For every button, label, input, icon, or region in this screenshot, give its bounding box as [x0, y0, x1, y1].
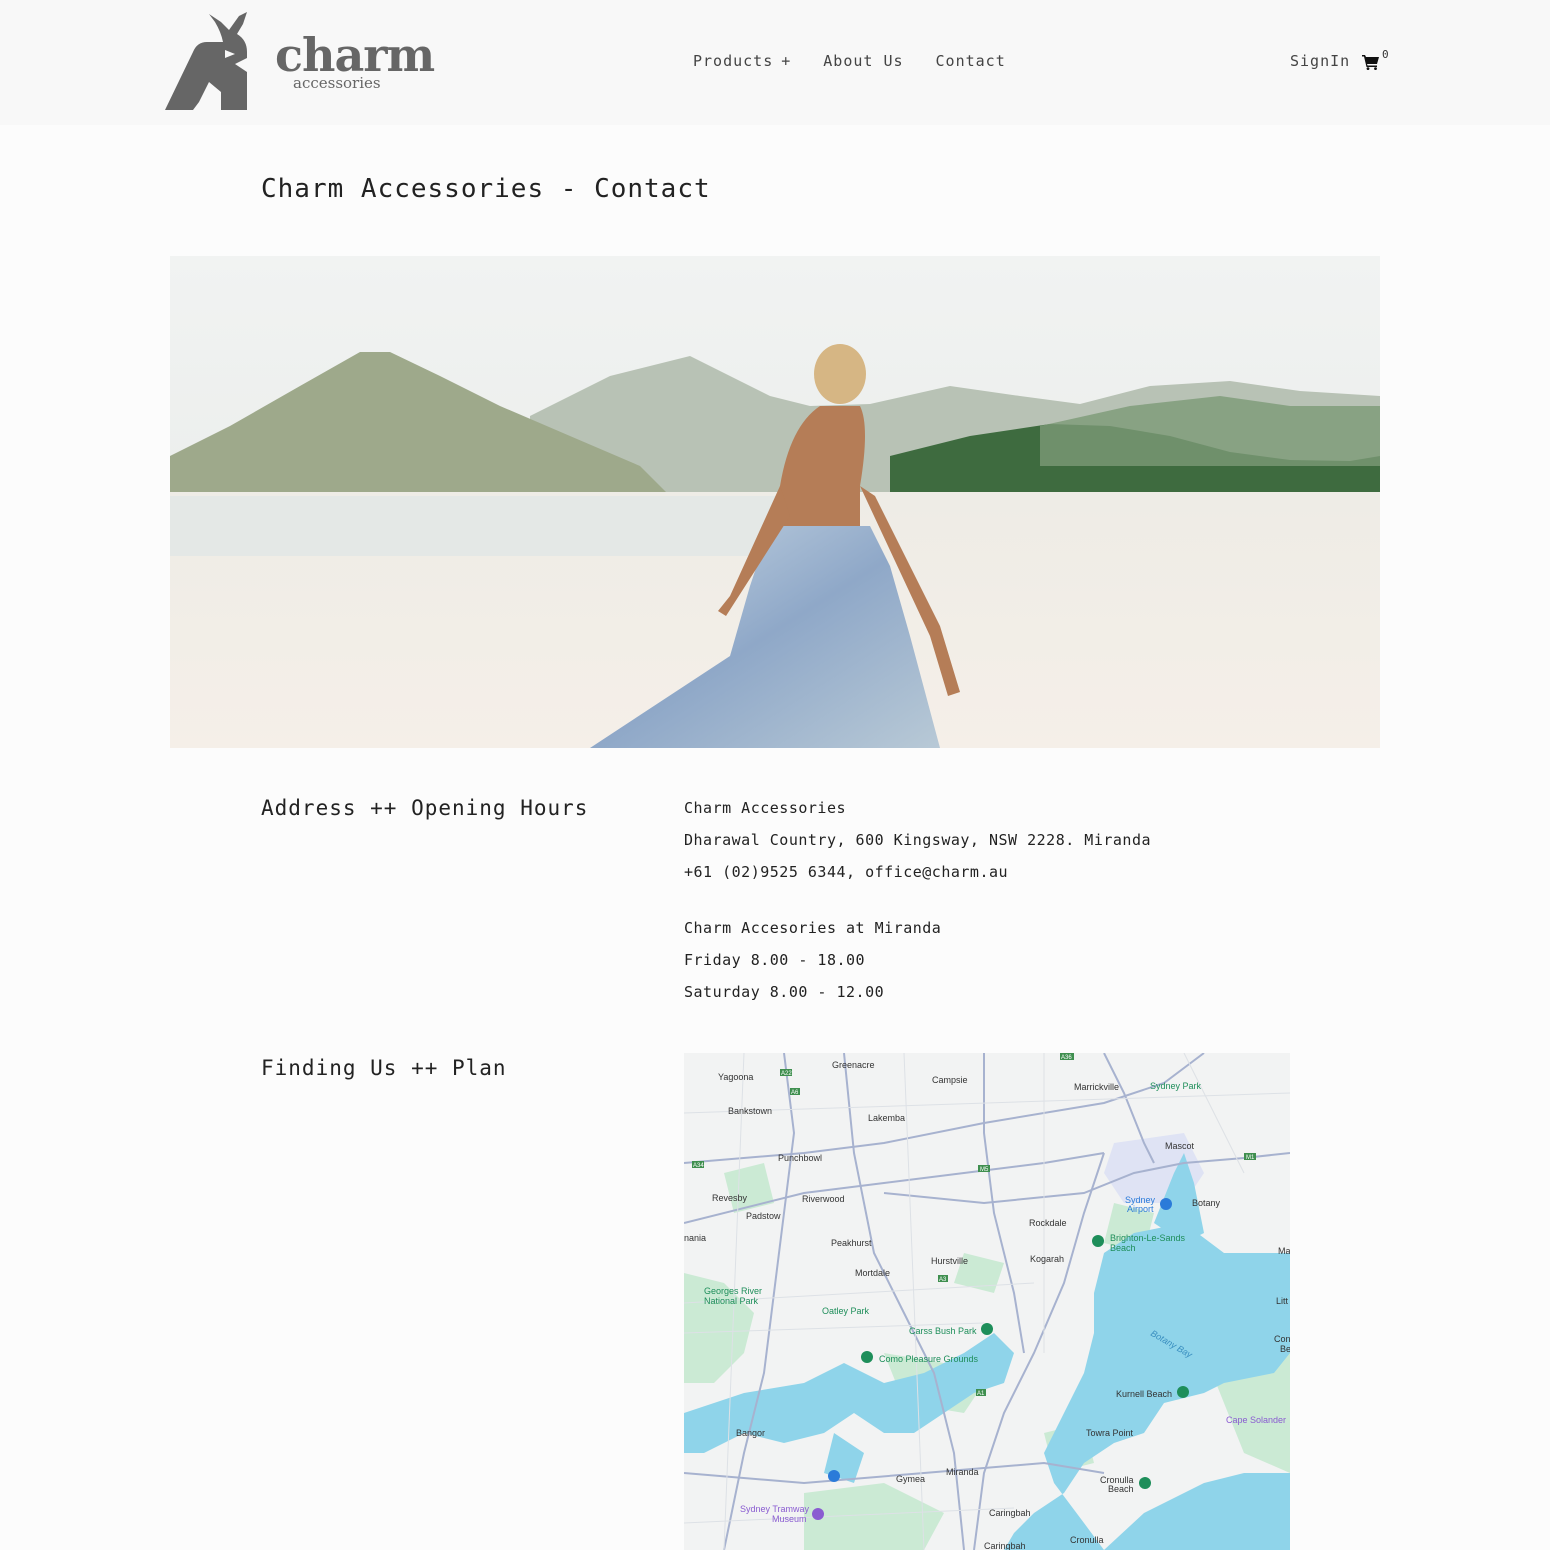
home-marker-icon[interactable] — [828, 1470, 840, 1482]
cart-count-badge: 0 — [1382, 48, 1389, 61]
map-label-ma: Ma — [1278, 1246, 1290, 1256]
beach-marker-icon-2[interactable] — [1177, 1386, 1189, 1398]
location-map[interactable]: A22 A6 A34 A36 M5 M1 A1 A3 Yagoona Green… — [684, 1053, 1290, 1550]
beach-marker-icon[interactable] — [1092, 1235, 1104, 1247]
store-name: Charm Accesories at Miranda — [684, 919, 942, 937]
map-label-brighton: Brighton-Le-Sands — [1110, 1233, 1186, 1243]
museum-marker-icon[interactable] — [812, 1508, 824, 1520]
logo-subtitle: accessories — [293, 74, 381, 92]
map-label-caringbah: Caringbah — [989, 1508, 1031, 1518]
map-label-rockdale: Rockdale — [1029, 1218, 1067, 1228]
map-label-marrickville: Marrickville — [1074, 1082, 1119, 1092]
route-a6: A6 — [791, 1090, 799, 1096]
street-address: Dharawal Country, 600 Kingsway, NSW 2228… — [684, 831, 1152, 849]
page-title: Charm Accessories - Contact — [261, 174, 711, 204]
cart-button[interactable]: 0 — [1362, 48, 1392, 74]
address-block: Charm Accessories Dharawal Country, 600 … — [684, 792, 1151, 888]
map-label-bankstown: Bankstown — [728, 1106, 772, 1116]
hero-image — [170, 256, 1380, 748]
map-label-gymea: Gymea — [896, 1474, 925, 1484]
route-a36: A36 — [1061, 1055, 1072, 1061]
logo-wordmark: charm — [275, 28, 435, 82]
map-label-georges-river: Georges River — [704, 1286, 762, 1296]
map-label-congw: Congw — [1274, 1334, 1290, 1344]
map-label-campsie: Campsie — [932, 1075, 968, 1085]
map-label-tramway-museum-2: Museum — [772, 1514, 807, 1524]
map-label-botany: Botany — [1192, 1198, 1221, 1208]
shopping-cart-icon — [1362, 55, 1379, 70]
site-header: charm accessories Products + About Us Con… — [0, 0, 1550, 125]
map-label-cronulla-beach-2: Beach — [1108, 1484, 1134, 1494]
nav-products[interactable]: Products + — [693, 52, 791, 70]
map-canvas: A22 A6 A34 A36 M5 M1 A1 A3 Yagoona Green… — [684, 1053, 1290, 1550]
company-name: Charm Accessories — [684, 799, 847, 817]
map-label-bangor: Bangor — [736, 1428, 765, 1438]
map-label-sydney-park: Sydney Park — [1150, 1081, 1202, 1091]
map-label-congw-2: Be — [1280, 1344, 1290, 1354]
map-label-carss-bush-park: Carss Bush Park — [909, 1326, 977, 1336]
map-label-litt: Litt — [1276, 1296, 1289, 1306]
expand-plus-icon: + — [781, 52, 792, 70]
map-label-towra-point: Towra Point — [1086, 1428, 1134, 1438]
route-a22: A22 — [781, 1071, 792, 1077]
hours-friday: Friday 8.00 - 18.00 — [684, 951, 866, 969]
map-label-tramway-museum: Sydney Tramway — [740, 1504, 810, 1514]
map-label-georges-river-2: National Park — [704, 1296, 759, 1306]
route-a3: A3 — [939, 1277, 947, 1283]
map-label-mortdale: Mortdale — [855, 1268, 890, 1278]
route-a1: A1 — [977, 1391, 985, 1397]
route-m5: M5 — [980, 1167, 989, 1173]
map-label-miranda: Miranda — [946, 1467, 979, 1477]
main-nav: Products + About Us Contact — [693, 52, 1038, 70]
nav-contact[interactable]: Contact — [936, 52, 1006, 70]
map-heading: Finding Us ++ Plan — [261, 1056, 507, 1080]
beach-marker-icon-3[interactable] — [1139, 1477, 1151, 1489]
map-label-sydney-airport-2: Airport — [1127, 1204, 1154, 1214]
map-label-peakhurst: Peakhurst — [831, 1238, 872, 1248]
route-m1: M1 — [1246, 1155, 1255, 1161]
route-a34: A34 — [693, 1163, 704, 1169]
map-label-hurstville: Hurstville — [931, 1256, 968, 1266]
address-heading: Address ++ Opening Hours — [261, 796, 589, 820]
map-label-como-pleasure: Como Pleasure Grounds — [879, 1354, 979, 1364]
map-label-riverwood: Riverwood — [802, 1194, 845, 1204]
park-marker-icon-2[interactable] — [861, 1351, 873, 1363]
map-label-greenacre: Greenacre — [832, 1060, 875, 1070]
beach-photo — [170, 256, 1380, 748]
nav-about-us[interactable]: About Us — [823, 52, 903, 70]
signin-link[interactable]: SignIn — [1290, 52, 1350, 70]
map-label-kogarah: Kogarah — [1030, 1254, 1064, 1264]
map-label-punchbowl: Punchbowl — [778, 1153, 822, 1163]
phone-email[interactable]: +61 (02)9525 6344, office@charm.au — [684, 856, 1151, 888]
map-label-revesby: Revesby — [712, 1193, 748, 1203]
map-label-yagoona: Yagoona — [718, 1072, 753, 1082]
map-label-menai: nania — [684, 1233, 706, 1243]
map-label-brighton-2: Beach — [1110, 1243, 1136, 1253]
map-label-cape-solander: Cape Solander — [1226, 1415, 1286, 1425]
opening-hours-block: Charm Accesories at Miranda Friday 8.00 … — [684, 912, 941, 1008]
map-label-caringbah-2: Caringbah — [984, 1541, 1026, 1550]
kangaroo-logo-icon — [165, 12, 247, 110]
map-label-padstow: Padstow — [746, 1211, 781, 1221]
site-logo[interactable]: charm accessories — [163, 12, 435, 112]
map-label-cronulla: Cronulla — [1070, 1535, 1104, 1545]
park-marker-icon[interactable] — [981, 1323, 993, 1335]
map-label-kurnell-beach: Kurnell Beach — [1116, 1389, 1172, 1399]
hours-saturday: Saturday 8.00 - 12.00 — [684, 983, 885, 1001]
nav-products-label: Products — [693, 52, 774, 70]
airport-icon[interactable] — [1160, 1198, 1172, 1210]
map-label-mascot: Mascot — [1165, 1141, 1195, 1151]
map-label-lakemba: Lakemba — [868, 1113, 905, 1123]
map-label-oatley-park: Oatley Park — [822, 1306, 870, 1316]
